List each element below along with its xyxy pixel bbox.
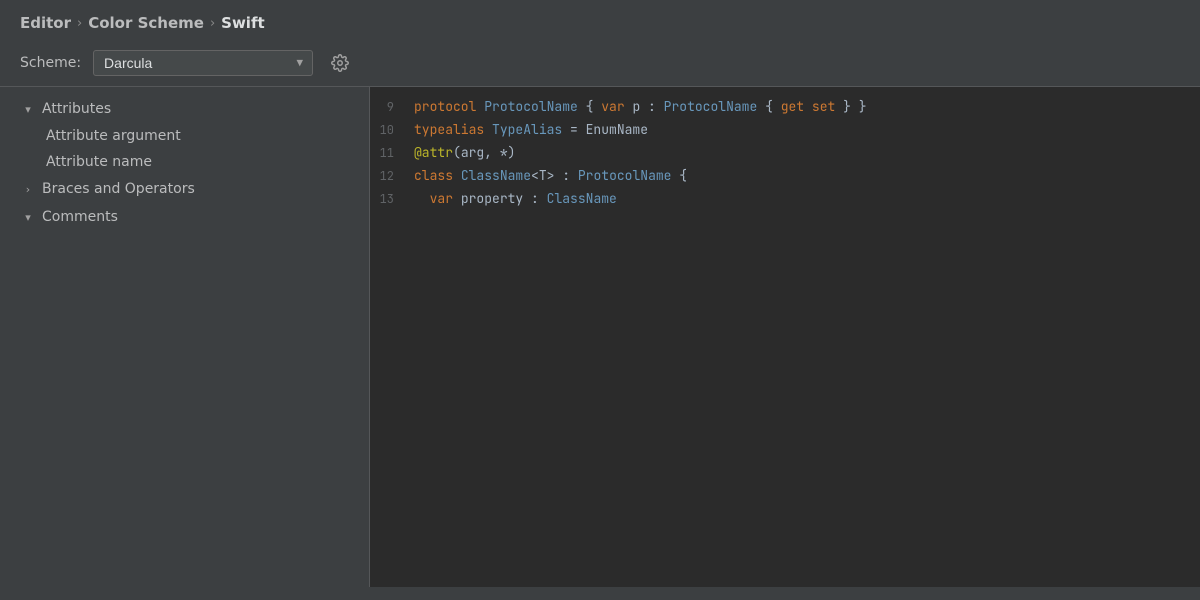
tree-toggle-braces xyxy=(20,181,36,197)
code-token: typealias xyxy=(414,121,484,138)
code-token: ClassName xyxy=(461,167,531,184)
code-token: var xyxy=(430,190,453,207)
gear-button[interactable] xyxy=(325,52,355,74)
code-content: var property : ClassName xyxy=(410,190,617,207)
code-token: p xyxy=(625,98,648,115)
code-token xyxy=(476,98,484,115)
code-token: : xyxy=(562,167,570,184)
tree-item-braces[interactable]: Braces and Operators xyxy=(0,175,369,203)
code-token: <T> xyxy=(531,167,554,184)
code-token: arg, * xyxy=(461,144,508,161)
code-content: @attr(arg, *) xyxy=(410,144,515,161)
breadcrumb-color-scheme[interactable]: Color Scheme xyxy=(88,14,204,32)
code-token: = EnumName xyxy=(562,121,648,138)
code-token: property xyxy=(453,190,531,207)
code-token xyxy=(554,167,562,184)
code-token: var xyxy=(601,98,624,115)
breadcrumb-sep-2: › xyxy=(210,16,215,31)
code-token: ClassName xyxy=(547,190,617,207)
code-content: typealias TypeAlias = EnumName xyxy=(410,121,648,138)
code-token xyxy=(539,190,547,207)
code-token: ProtocolName xyxy=(664,98,758,115)
tree-item-attributes[interactable]: Attributes xyxy=(0,95,369,123)
line-number: 12 xyxy=(370,168,410,184)
scheme-label: Scheme: xyxy=(20,55,81,71)
code-token xyxy=(453,167,461,184)
code-token: { xyxy=(757,98,780,115)
code-token xyxy=(414,190,430,207)
tree-toggle-comments xyxy=(20,209,36,225)
tree-child-label-attribute-name: Attribute name xyxy=(46,154,152,170)
code-line: 12class ClassName<T> : ProtocolName { xyxy=(370,164,1200,187)
code-token xyxy=(484,121,492,138)
line-number: 9 xyxy=(370,99,410,115)
tree-label-comments: Comments xyxy=(42,209,118,225)
code-token: TypeAlias xyxy=(492,121,562,138)
tree-child-attribute-name[interactable]: Attribute name xyxy=(0,149,369,175)
code-token: ( xyxy=(453,144,461,161)
breadcrumb-sep-1: › xyxy=(77,16,82,31)
code-token: : xyxy=(531,190,539,207)
line-number: 10 xyxy=(370,122,410,138)
scheme-row: Scheme: DarculaIntelliJ LightHigh Contra… xyxy=(0,42,1200,87)
code-line: 9protocol ProtocolName { var p : Protoco… xyxy=(370,95,1200,118)
line-number: 11 xyxy=(370,145,410,161)
code-lines: 9protocol ProtocolName { var p : Protoco… xyxy=(370,87,1200,218)
breadcrumb: Editor › Color Scheme › Swift xyxy=(0,0,1200,42)
scheme-select-wrapper: DarculaIntelliJ LightHigh ContrastMonoka… xyxy=(93,50,313,76)
tree-child-attribute-argument[interactable]: Attribute argument xyxy=(0,123,369,149)
code-content: protocol ProtocolName { var p : Protocol… xyxy=(410,98,867,115)
code-line: 13 var property : ClassName xyxy=(370,187,1200,210)
line-number: 13 xyxy=(370,191,410,207)
code-line: 10typealias TypeAlias = EnumName xyxy=(370,118,1200,141)
code-token: class xyxy=(414,167,453,184)
code-token: } } xyxy=(835,98,866,115)
code-line: 11@attr(arg, *) xyxy=(370,141,1200,164)
code-token xyxy=(570,167,578,184)
tree-panel: Attributes Attribute argument Attribute … xyxy=(0,87,370,587)
gear-icon xyxy=(331,54,349,72)
code-content: class ClassName<T> : ProtocolName { xyxy=(410,167,687,184)
tree-item-comments[interactable]: Comments xyxy=(0,203,369,231)
scheme-select[interactable]: DarculaIntelliJ LightHigh ContrastMonoka… xyxy=(93,50,313,76)
code-token: { xyxy=(578,98,601,115)
tree-child-label-attribute-argument: Attribute argument xyxy=(46,128,181,144)
code-token: ) xyxy=(508,144,516,161)
code-token: : xyxy=(648,98,656,115)
code-token: set xyxy=(812,98,835,115)
code-token xyxy=(804,98,812,115)
breadcrumb-swift: Swift xyxy=(221,14,265,32)
tree-label-braces: Braces and Operators xyxy=(42,181,195,197)
code-token: protocol xyxy=(414,98,476,115)
code-panel: 9protocol ProtocolName { var p : Protoco… xyxy=(370,87,1200,587)
code-token: ProtocolName xyxy=(578,167,672,184)
main-content: Attributes Attribute argument Attribute … xyxy=(0,87,1200,587)
code-token xyxy=(656,98,664,115)
tree-toggle-attributes xyxy=(20,101,36,117)
code-token: @attr xyxy=(414,144,453,161)
code-token: ProtocolName xyxy=(484,98,578,115)
code-token: get xyxy=(781,98,804,115)
tree-label-attributes: Attributes xyxy=(42,101,111,117)
breadcrumb-editor[interactable]: Editor xyxy=(20,14,71,32)
code-token: { xyxy=(671,167,687,184)
